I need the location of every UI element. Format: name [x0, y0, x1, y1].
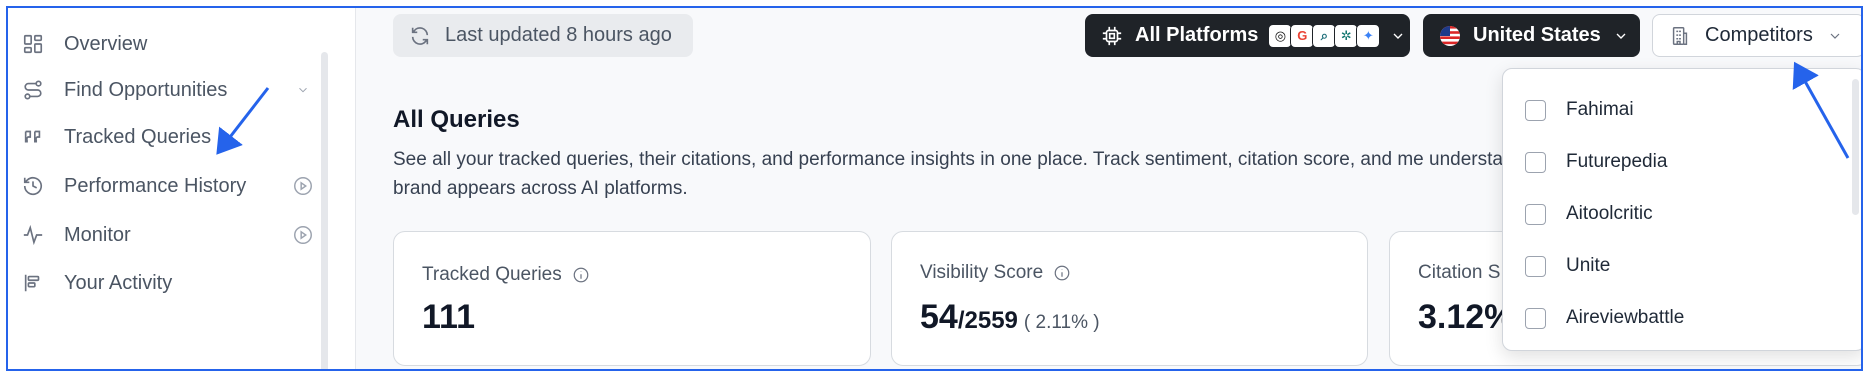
- competitor-option-futurepedia[interactable]: Futurepedia: [1525, 147, 1667, 177]
- play-circle-icon[interactable]: [292, 224, 314, 246]
- stat-card-value: 3.12%: [1418, 298, 1515, 336]
- sidebar-item-find-opportunities[interactable]: Find Opportunities: [16, 70, 316, 110]
- chatgpt-icon: ◎: [1268, 23, 1293, 48]
- route-icon: [22, 79, 44, 101]
- platforms-dropdown[interactable]: All Platforms ◎ G ⌕ ✲ ✦: [1085, 14, 1410, 57]
- stat-card-visibility-score: Visibility Score 54/2559( 2.11% ): [891, 231, 1368, 366]
- us-flag-icon: [1440, 25, 1460, 46]
- dropdown-scrollbar[interactable]: [1852, 79, 1859, 215]
- building-icon: [1672, 26, 1688, 45]
- last-updated-text: Last updated 8 hours ago: [445, 24, 672, 46]
- platform-icons: ◎ G ⌕ ✲ ✦: [1268, 23, 1381, 48]
- sidebar-item-label: Overview: [64, 32, 148, 55]
- sidebar-item-label: Performance History: [64, 174, 247, 197]
- info-icon[interactable]: [1053, 264, 1071, 282]
- stat-card-label: Tracked Queries: [422, 264, 590, 286]
- stat-card-tracked-queries: Tracked Queries 111: [393, 231, 871, 366]
- competitor-option-fahimai[interactable]: Fahimai: [1525, 95, 1634, 125]
- checkbox[interactable]: [1525, 99, 1546, 121]
- stat-card-label: Visibility Score: [920, 262, 1071, 284]
- google-icon: G: [1290, 23, 1315, 48]
- chip-icon: [1102, 26, 1122, 45]
- sidebar-item-overview[interactable]: Overview: [16, 24, 316, 64]
- gemini-icon: ✦: [1356, 23, 1381, 48]
- chevron-down-icon: [1616, 33, 1626, 39]
- sidebar-scrollbar[interactable]: [321, 52, 328, 369]
- sidebar-item-label: Find Opportunities: [64, 78, 228, 101]
- quote-icon: [22, 126, 44, 148]
- chevron-down-icon: [1393, 33, 1403, 39]
- sidebar-item-label: Monitor: [64, 223, 131, 246]
- stat-card-label: Citation S: [1418, 262, 1501, 283]
- last-updated-badge: Last updated 8 hours ago: [393, 14, 693, 57]
- country-label: United States: [1473, 24, 1601, 46]
- sidebar: Overview Find Opportunities Tracked Quer…: [8, 8, 356, 369]
- history-icon: [22, 175, 44, 197]
- stat-card-value: 54/2559( 2.11% ): [920, 298, 1100, 336]
- competitors-dropdown-menu: Fahimai Futurepedia Aitoolcritic Unite A…: [1502, 68, 1861, 351]
- competitors-dropdown[interactable]: Competitors: [1652, 14, 1861, 57]
- sidebar-item-label: Tracked Queries: [64, 125, 212, 148]
- sidebar-item-monitor[interactable]: Monitor: [16, 215, 316, 255]
- sidebar-item-your-activity[interactable]: Your Activity: [16, 263, 316, 303]
- competitor-option-unite[interactable]: Unite: [1525, 251, 1610, 281]
- sidebar-item-performance-history[interactable]: Performance History: [16, 166, 316, 206]
- bars-icon: [22, 272, 44, 294]
- checkbox[interactable]: [1525, 255, 1546, 277]
- play-circle-icon[interactable]: [292, 175, 314, 197]
- competitors-label: Competitors: [1705, 24, 1813, 46]
- checkbox[interactable]: [1525, 307, 1546, 329]
- app-frame: Overview Find Opportunities Tracked Quer…: [6, 6, 1863, 371]
- overview-icon: [22, 33, 44, 55]
- checkbox[interactable]: [1525, 203, 1546, 225]
- perplexity-icon: ⌕: [1312, 23, 1337, 48]
- page-title: All Queries: [393, 106, 520, 133]
- chevron-down-icon[interactable]: [292, 79, 314, 101]
- competitor-option-aitoolcritic[interactable]: Aitoolcritic: [1525, 199, 1653, 229]
- activity-icon: [22, 224, 44, 246]
- page-description: See all your tracked queries, their cita…: [393, 149, 1607, 199]
- stat-card-value: 111: [422, 298, 475, 336]
- sidebar-item-label: Your Activity: [64, 271, 173, 294]
- competitor-option-aireviewbattle[interactable]: Aireviewbattle: [1525, 303, 1684, 333]
- sidebar-item-tracked-queries[interactable]: Tracked Queries: [16, 117, 316, 157]
- deepseek-icon: ✲: [1334, 23, 1359, 48]
- chevron-down-icon: [1830, 33, 1840, 39]
- country-dropdown[interactable]: United States: [1423, 14, 1640, 57]
- checkbox[interactable]: [1525, 151, 1546, 173]
- platforms-label: All Platforms: [1135, 24, 1259, 46]
- refresh-icon: [411, 26, 429, 45]
- info-icon[interactable]: [572, 266, 590, 284]
